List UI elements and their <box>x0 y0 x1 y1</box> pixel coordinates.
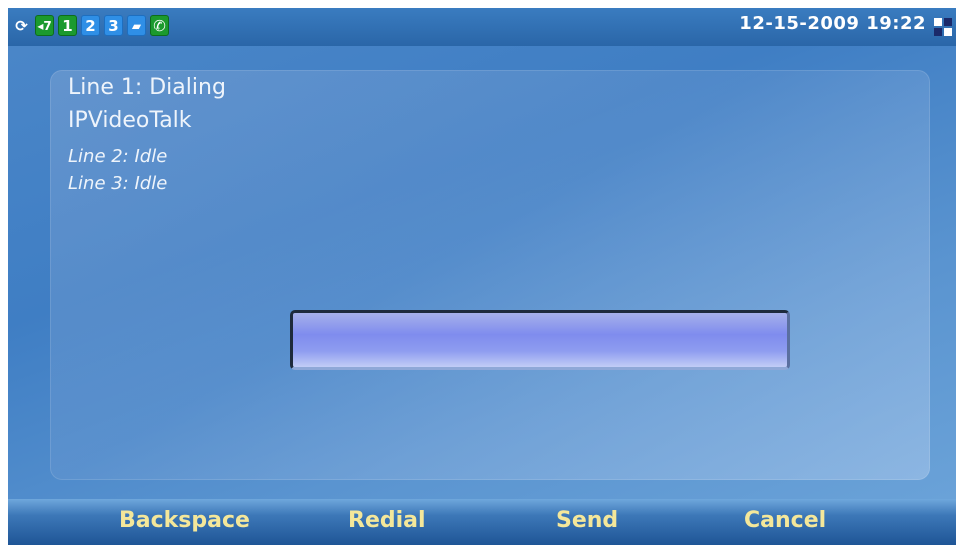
date-time: 12-15-2009 19:22 <box>739 13 926 34</box>
line-3-icon[interactable]: 3 <box>104 15 123 36</box>
dial-number-input[interactable] <box>290 310 790 370</box>
folder-icon: ▰ <box>127 15 146 36</box>
line-1-icon[interactable]: 1 <box>58 15 77 36</box>
main-area: Line 1: Dialing IPVideoTalk Line 2: Idle… <box>8 46 956 499</box>
line-2-icon[interactable]: 2 <box>81 15 100 36</box>
line-1-account: IPVideoTalk <box>68 108 192 133</box>
backspace-button[interactable]: Backspace <box>119 508 250 533</box>
status-icons: ⟳ ◂7 1 2 3 ▰ ✆ <box>12 15 169 36</box>
line-1-status: Line 1: Dialing <box>68 75 226 100</box>
dial-panel: Line 1: Dialing IPVideoTalk Line 2: Idle… <box>50 70 930 480</box>
refresh-icon: ⟳ <box>15 16 28 35</box>
grid-icon <box>934 18 952 36</box>
phone-icon: ✆ <box>150 15 169 36</box>
line-3-status: Line 3: Idle <box>68 173 168 194</box>
softkey-bar: Backspace Redial Send Cancel <box>8 499 956 545</box>
phone-screen: ⟳ ◂7 1 2 3 ▰ ✆ 12-15-2009 19:22 Line 1: … <box>8 8 956 545</box>
send-button[interactable]: Send <box>556 508 618 533</box>
status-bar: ⟳ ◂7 1 2 3 ▰ ✆ 12-15-2009 19:22 <box>8 8 956 46</box>
redial-button[interactable]: Redial <box>348 508 426 533</box>
line-2-status: Line 2: Idle <box>68 146 168 167</box>
cancel-button[interactable]: Cancel <box>744 508 826 533</box>
volume-icon: ◂7 <box>35 15 54 36</box>
